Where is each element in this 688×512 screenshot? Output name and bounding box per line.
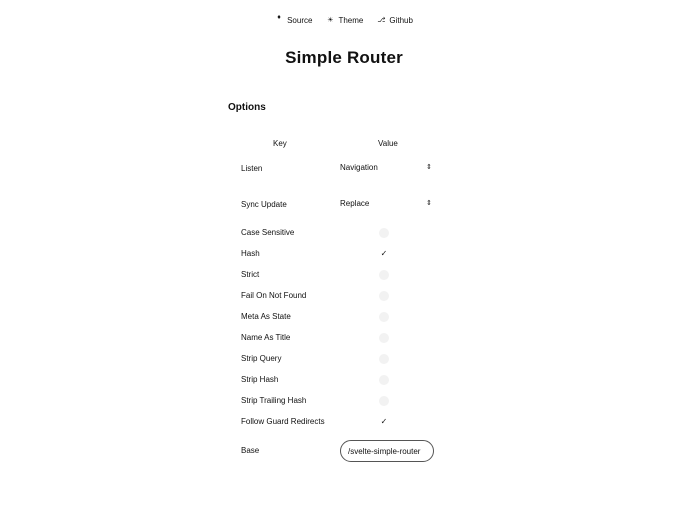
nav-link-label: Theme [338, 16, 364, 25]
nav-link-label: Source [287, 16, 313, 25]
option-label-meta-as-state: Meta As State [241, 312, 291, 321]
top-nav: ♦ Source ☀ Theme ⎇ Github [0, 14, 688, 28]
fail-on-not-found-checkbox[interactable] [379, 291, 389, 301]
sun-icon: ☀ [327, 17, 334, 24]
sync-update-select[interactable]: Replace ⇕ [340, 197, 434, 211]
select-value: Replace [340, 199, 370, 208]
option-label-strict: Strict [241, 270, 260, 279]
option-label-follow-guard-redirects: Follow Guard Redirects [241, 417, 325, 426]
github-icon: ⎇ [377, 17, 386, 24]
base-input[interactable] [340, 440, 434, 462]
hash-checkbox[interactable]: ✓ [379, 249, 389, 259]
page: ♦ Source ☀ Theme ⎇ Github Simple Router … [0, 0, 688, 512]
select-value: Navigation [340, 163, 378, 172]
nav-link-github[interactable]: ⎇ Github [377, 14, 413, 28]
option-label-listen: Listen [241, 164, 263, 173]
option-label-hash: Hash [241, 249, 260, 258]
chevron-updown-icon: ⇕ [426, 164, 432, 171]
page-title: Simple Router [285, 48, 403, 67]
case-sensitive-checkbox[interactable] [379, 228, 389, 238]
nav-link-label: Github [389, 16, 413, 25]
option-label-strip-trailing-hash: Strip Trailing Hash [241, 396, 307, 405]
column-header-value: Value [378, 139, 398, 148]
check-icon: ✓ [380, 417, 388, 426]
name-as-title-checkbox[interactable] [379, 333, 389, 343]
follow-guard-redirects-checkbox[interactable]: ✓ [379, 417, 389, 427]
option-label-sync-update: Sync Update [241, 200, 287, 209]
option-label-name-as-title: Name As Title [241, 333, 291, 342]
option-label-base: Base [241, 446, 260, 455]
nav-link-theme[interactable]: ☀ Theme [326, 14, 363, 28]
strip-hash-checkbox[interactable] [379, 375, 389, 385]
strict-checkbox[interactable] [379, 270, 389, 280]
chevron-updown-icon: ⇕ [426, 200, 432, 207]
listen-select[interactable]: Navigation ⇕ [340, 161, 434, 175]
nav-link-source[interactable]: ♦ Source [275, 14, 312, 28]
option-label-strip-hash: Strip Hash [241, 375, 279, 384]
strip-trailing-hash-checkbox[interactable] [379, 396, 389, 406]
github-fork-icon: ♦ [277, 14, 281, 21]
strip-query-checkbox[interactable] [379, 354, 389, 364]
column-header-key: Key [273, 139, 287, 148]
option-label-strip-query: Strip Query [241, 354, 282, 363]
option-label-fail-on-not-found: Fail On Not Found [241, 291, 307, 300]
option-label-case-sensitive: Case Sensitive [241, 228, 295, 237]
meta-as-state-checkbox[interactable] [379, 312, 389, 322]
options-heading: Options [228, 102, 266, 113]
check-icon: ✓ [380, 249, 388, 258]
